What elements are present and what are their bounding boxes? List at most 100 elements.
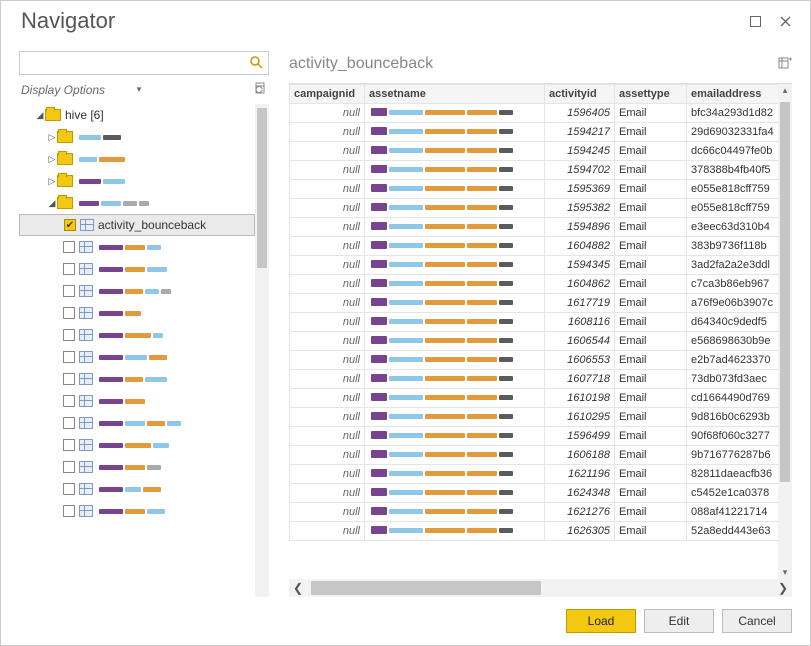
cancel-button[interactable]: Cancel (722, 609, 792, 633)
tree-folder-expanded[interactable]: ◢ (19, 192, 255, 214)
close-button[interactable] (770, 9, 800, 33)
scroll-left-icon[interactable]: ❮ (289, 581, 307, 595)
expander-expand-icon[interactable]: ▷ (47, 176, 57, 187)
tree-item[interactable] (19, 258, 255, 280)
checkbox[interactable] (63, 439, 75, 451)
load-button[interactable]: Load (566, 609, 636, 633)
cell-campaignid: null (290, 256, 365, 275)
scroll-right-icon[interactable]: ❯ (774, 581, 792, 595)
table-row[interactable]: null1595382Emaile055e818cff759 (290, 199, 779, 218)
checkbox[interactable] (63, 285, 75, 297)
tree-item[interactable] (19, 456, 255, 478)
tree-item[interactable] (19, 434, 255, 456)
col-campaignid[interactable]: campaignid (290, 85, 365, 104)
tree-item[interactable] (19, 302, 255, 324)
table-row[interactable]: null1596405Emailbfc34a293d1d82 (290, 104, 779, 123)
tree-scrollbar[interactable] (255, 104, 269, 597)
table-row[interactable]: null1624348Emailc5452e1ca0378 (290, 484, 779, 503)
grid-vertical-scrollbar[interactable]: ▴ ▾ (778, 84, 792, 579)
search-input[interactable] (20, 56, 244, 70)
cell-activityid: 1596405 (545, 104, 615, 123)
table-row[interactable]: null1608116Emaild64340c9dedf5 (290, 313, 779, 332)
table-row[interactable]: null1594345Email3ad2fa2a2e3ddl (290, 256, 779, 275)
restore-button[interactable] (740, 9, 770, 33)
select-related-tables-icon[interactable] (778, 56, 792, 73)
cell-campaignid: null (290, 522, 365, 541)
checkbox[interactable] (63, 483, 75, 495)
tree-item[interactable] (19, 478, 255, 500)
table-row[interactable]: null1610198Emailcd1664490d769 (290, 389, 779, 408)
scrollbar-thumb[interactable] (257, 108, 267, 268)
col-assetname[interactable]: assetname (365, 85, 545, 104)
checkbox[interactable] (63, 395, 75, 407)
preview-grid[interactable]: campaignid assetname activityid assettyp… (289, 84, 778, 579)
cell-assetname (365, 427, 545, 446)
table-row[interactable]: null1606188Email9b716776287b6 (290, 446, 779, 465)
scrollbar-thumb[interactable] (311, 581, 541, 595)
tree-folder[interactable]: ▷ (19, 170, 255, 192)
tree-item-activity-bounceback[interactable]: ✔ activity_bounceback (19, 214, 255, 236)
scroll-up-icon[interactable]: ▴ (778, 85, 792, 96)
tree-item[interactable] (19, 368, 255, 390)
table-row[interactable]: null1606553Emaile2b7ad4623370 (290, 351, 779, 370)
table-row[interactable]: null1607718Email73db073fd3aec (290, 370, 779, 389)
tree-root[interactable]: ◢ hive [6] (19, 104, 255, 126)
checkbox[interactable] (63, 329, 75, 341)
table-row[interactable]: null1594896Emaile3eec63d310b4 (290, 218, 779, 237)
search-icon[interactable] (244, 55, 268, 72)
expander-collapse-icon[interactable]: ◢ (47, 198, 57, 209)
tree[interactable]: ◢ hive [6] ▷ ▷ (19, 104, 255, 597)
table-row[interactable]: null1594245Emaildc66c04497fe0b (290, 142, 779, 161)
display-options[interactable]: Display Options ▾ (19, 75, 269, 104)
table-row[interactable]: null1606544Emaile568698630b9e (290, 332, 779, 351)
col-activityid[interactable]: activityid (545, 85, 615, 104)
scroll-down-icon[interactable]: ▾ (778, 567, 792, 578)
table-row[interactable]: null1604882Email383b9736f118b (290, 237, 779, 256)
table-row[interactable]: null1604862Emailc7ca3b86eb967 (290, 275, 779, 294)
tree-item[interactable] (19, 280, 255, 302)
checkbox[interactable] (63, 241, 75, 253)
expander-expand-icon[interactable]: ▷ (47, 154, 57, 165)
titlebar: Navigator (1, 1, 810, 41)
refresh-icon[interactable] (253, 81, 267, 98)
col-emailaddress[interactable]: emailaddress (687, 85, 779, 104)
checkbox[interactable] (63, 505, 75, 517)
col-assettype[interactable]: assettype (615, 85, 687, 104)
table-row[interactable]: null1626305Email52a8edd443e63 (290, 522, 779, 541)
dialog-title: Navigator (21, 8, 740, 34)
table-row[interactable]: null1610295Email9d816b0c6293b (290, 408, 779, 427)
table-row[interactable]: null1595369Emaile055e818cff759 (290, 180, 779, 199)
tree-item[interactable] (19, 236, 255, 258)
table-row[interactable]: null1621276Email088af41221714 (290, 503, 779, 522)
tree-item[interactable] (19, 500, 255, 522)
tree-item[interactable] (19, 390, 255, 412)
checkbox-checked[interactable]: ✔ (64, 219, 76, 231)
expander-collapse-icon[interactable]: ◢ (35, 110, 45, 121)
tree-item[interactable] (19, 346, 255, 368)
checkbox[interactable] (63, 351, 75, 363)
checkbox[interactable] (63, 307, 75, 319)
table-row[interactable]: null1596499Email90f68f060c3277 (290, 427, 779, 446)
blurred-label (99, 377, 167, 382)
checkbox[interactable] (63, 373, 75, 385)
grid-horizontal-scrollbar[interactable]: ❮ ❯ (289, 579, 792, 597)
scrollbar-thumb[interactable] (780, 102, 790, 482)
tree-folder[interactable]: ▷ (19, 126, 255, 148)
checkbox[interactable] (63, 417, 75, 429)
expander-expand-icon[interactable]: ▷ (47, 132, 57, 143)
edit-button[interactable]: Edit (644, 609, 714, 633)
cell-campaignid: null (290, 370, 365, 389)
checkbox[interactable] (63, 263, 75, 275)
cell-emailaddress: dc66c04497fe0b (687, 142, 779, 161)
table-row[interactable]: null1617719Emaila76f9e06b3907c (290, 294, 779, 313)
cell-activityid: 1594896 (545, 218, 615, 237)
cell-assetname (365, 503, 545, 522)
table-row[interactable]: null1594702Email378388b4fb40f5 (290, 161, 779, 180)
tree-item[interactable] (19, 324, 255, 346)
search-box[interactable] (19, 51, 269, 75)
tree-item[interactable] (19, 412, 255, 434)
checkbox[interactable] (63, 461, 75, 473)
table-row[interactable]: null1594217Email29d69032331fa4 (290, 123, 779, 142)
tree-folder[interactable]: ▷ (19, 148, 255, 170)
table-row[interactable]: null1621196Email82811daeacfb36 (290, 465, 779, 484)
